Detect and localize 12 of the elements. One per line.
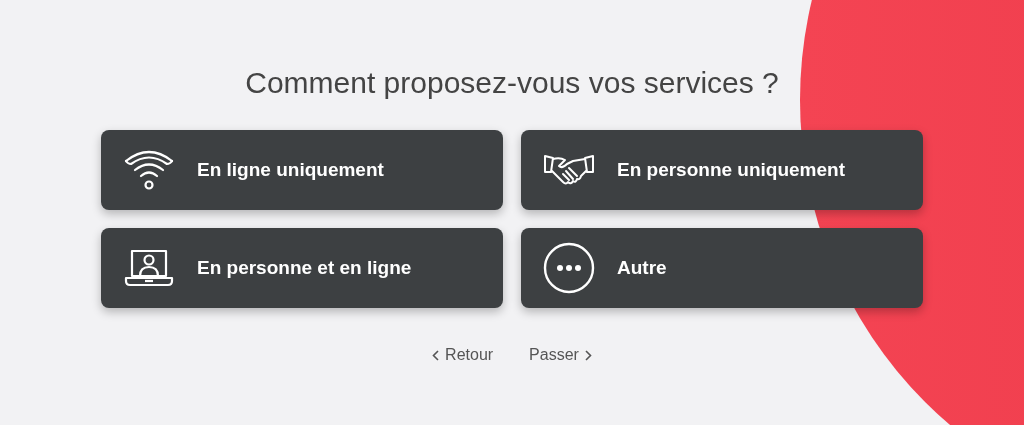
laptop-icon	[124, 249, 174, 287]
option-button[interactable]: En personne et en ligne	[101, 228, 503, 308]
option-button[interactable]: En ligne uniquement	[101, 130, 503, 210]
option-button[interactable]: Autre	[521, 228, 923, 308]
question-title: Comment proposez-vous vos services ?	[245, 66, 779, 100]
chevron-left-icon	[432, 349, 440, 361]
more-icon	[543, 242, 595, 294]
option-button[interactable]: En personne uniquement	[521, 130, 923, 210]
chevron-right-icon	[584, 349, 592, 361]
back-link[interactable]: Retour	[432, 346, 494, 364]
wifi-icon	[124, 149, 174, 191]
skip-link[interactable]: Passer	[529, 346, 592, 364]
